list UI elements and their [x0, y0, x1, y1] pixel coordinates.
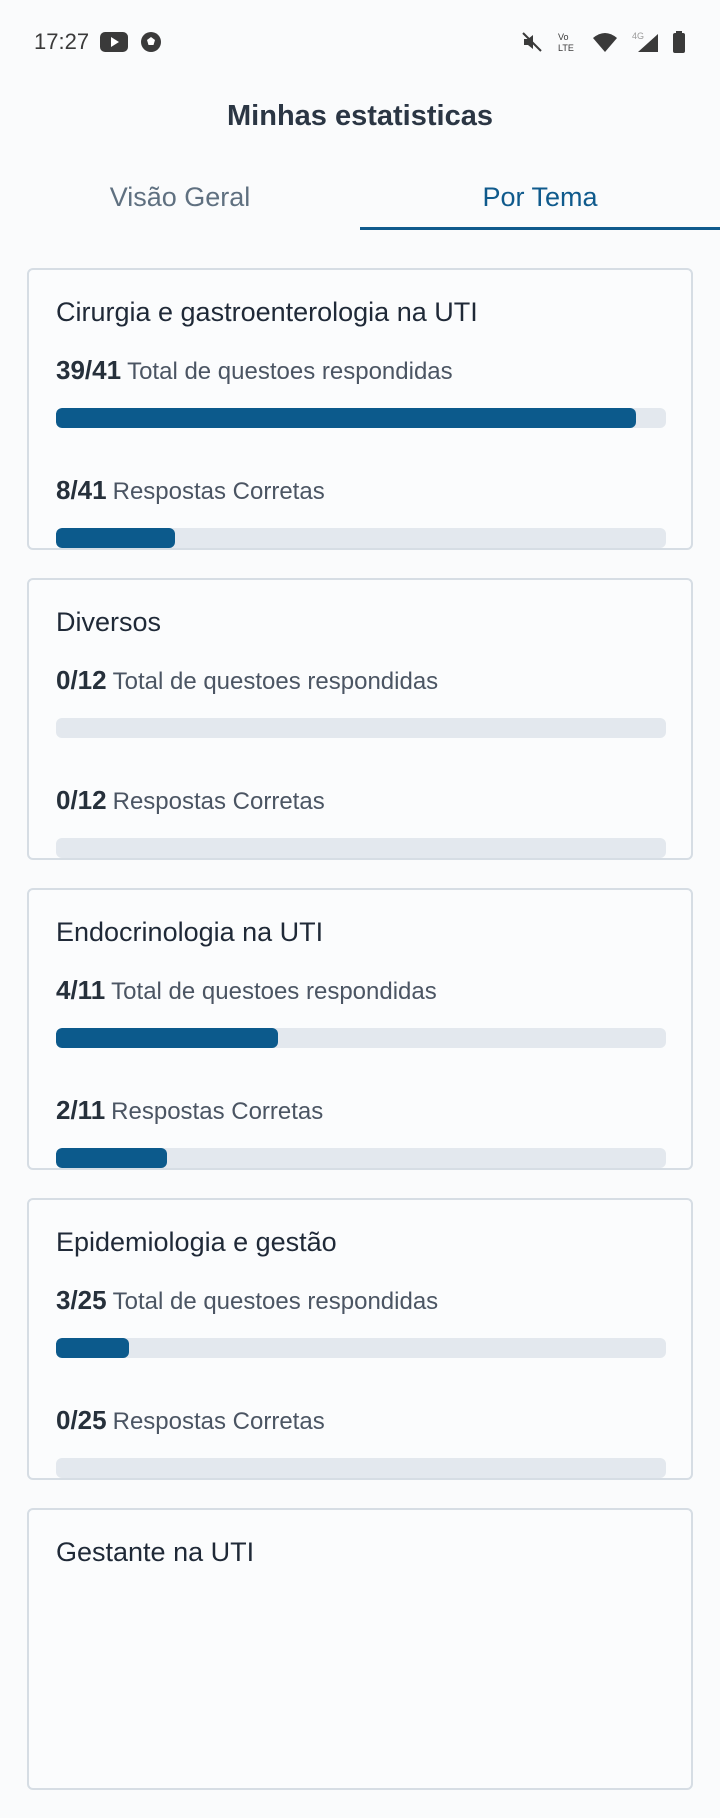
battery-icon — [672, 30, 686, 54]
answered-progress-bar — [56, 718, 666, 738]
status-bar: 17:27 Vo LTE 4G — [0, 0, 720, 84]
tab-bar: Visão Geral Por Tema — [0, 172, 720, 234]
correct-progress-bar — [56, 528, 666, 548]
answered-stat: 4/11 Total de questoes respondidas — [56, 972, 664, 1008]
answered-count: 39/41 — [56, 355, 122, 385]
topic-title: Gestante na UTI — [56, 1537, 255, 1567]
answered-stat: 0/12 Total de questoes respondidas — [56, 662, 664, 698]
answered-label: Total de questoes respondidas — [112, 1288, 439, 1315]
svg-text:4G: 4G — [632, 31, 644, 41]
answered-progress-bar — [56, 1338, 666, 1358]
answered-stat: 3/25 Total de questoes respondidas — [56, 1282, 664, 1318]
correct-progress-bar — [56, 838, 666, 858]
correct-stat: 2/11 Respostas Corretas — [56, 1092, 664, 1128]
correct-label: Respostas Corretas — [112, 1408, 325, 1435]
topic-card[interactable]: Endocrinologia na UTI 4/11 Total de quest… — [27, 888, 693, 1170]
svg-text:Vo: Vo — [558, 32, 569, 42]
status-bar-right: Vo LTE 4G — [520, 30, 686, 54]
correct-stat: 0/25 Respostas Corretas — [56, 1402, 664, 1438]
answered-progress-fill — [56, 408, 637, 428]
topic-stats-list: Cirurgia e gastroenterologia na UTI 39/4… — [27, 268, 693, 1818]
tab-visao-geral[interactable]: Visão Geral — [0, 172, 360, 234]
answered-label: Total de questoes respondidas — [112, 668, 439, 695]
correct-stat: 0/12 Respostas Corretas — [56, 782, 664, 818]
answered-count: 3/25 — [56, 1285, 107, 1315]
answered-progress-fill — [56, 1338, 130, 1358]
volte-icon: Vo LTE — [556, 30, 580, 54]
topic-title: Diversos — [56, 607, 162, 637]
correct-stat: 8/41 Respostas Corretas — [56, 472, 664, 508]
correct-count: 0/25 — [56, 1405, 107, 1435]
correct-label: Respostas Corretas — [112, 478, 325, 505]
status-time: 17:27 — [34, 29, 90, 54]
correct-progress-fill — [56, 528, 175, 548]
answered-label: Total de questoes respondidas — [127, 358, 453, 385]
answered-count: 4/11 — [56, 975, 106, 1005]
topic-title: Epidemiologia e gestão — [56, 1227, 337, 1257]
answered-label: Total de questoes respondidas — [111, 978, 437, 1005]
status-bar-left: 17:27 — [34, 29, 163, 55]
correct-count: 0/12 — [56, 785, 107, 815]
wifi-icon — [592, 31, 618, 53]
correct-count: 8/41 — [56, 475, 107, 505]
youtube-icon — [99, 31, 129, 53]
answered-progress-bar — [56, 1028, 666, 1048]
correct-label: Respostas Corretas — [111, 1098, 324, 1125]
correct-progress-fill — [56, 1148, 168, 1168]
correct-count: 2/11 — [56, 1095, 106, 1125]
topic-card[interactable]: Epidemiologia e gestão 3/25 Total de ques… — [27, 1198, 693, 1480]
topic-title: Cirurgia e gastroenterologia na UTI — [56, 297, 478, 327]
page-title: Minhas estatisticas — [227, 100, 493, 132]
topic-card[interactable]: Diversos 0/12 Total de questoes respondid… — [27, 578, 693, 860]
answered-stat: 39/41 Total de questoes respondidas — [56, 352, 664, 388]
answered-progress-fill — [56, 1028, 279, 1048]
topic-title: Endocrinologia na UTI — [56, 917, 324, 947]
correct-progress-bar — [56, 1148, 666, 1168]
correct-progress-bar — [56, 1458, 666, 1478]
topic-card[interactable]: Gestante na UTI — [27, 1508, 693, 1790]
correct-label: Respostas Corretas — [112, 788, 325, 815]
topic-card[interactable]: Cirurgia e gastroenterologia na UTI 39/4… — [27, 268, 693, 550]
answered-count: 0/12 — [56, 665, 107, 695]
tab-por-tema[interactable]: Por Tema — [360, 172, 720, 234]
answered-progress-bar — [56, 408, 666, 428]
mute-icon — [520, 30, 544, 54]
svg-text:LTE: LTE — [558, 43, 574, 53]
soccer-ball-icon — [139, 30, 163, 54]
4g-signal-icon: 4G — [630, 30, 660, 54]
